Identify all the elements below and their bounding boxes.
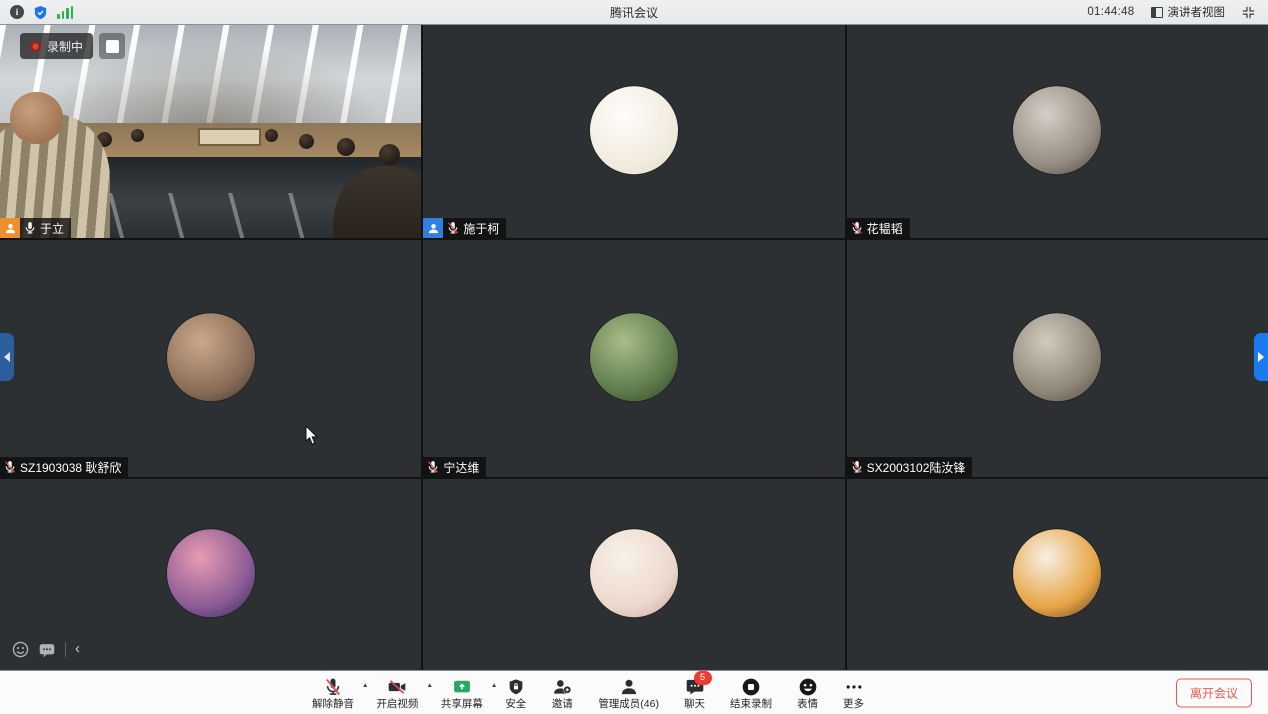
toolbar-button-label: 管理成员(46) (598, 699, 659, 710)
participant-avatar (167, 313, 255, 401)
bottom-toolbar: 解除静音 ▲ 开启视频 ▲ 共享屏幕 ▲ 安全 邀请 管理成员(46) 5 聊天 结束录制 表情 更多 离… (0, 670, 1268, 714)
recording-badge-label: 录制中 (47, 38, 83, 55)
info-icon[interactable]: i (10, 5, 24, 19)
corner-divider (65, 642, 66, 657)
participant-tile[interactable]: 花韫韬 (847, 25, 1268, 238)
mic-muted-icon (323, 676, 343, 697)
stop-square-icon (106, 40, 119, 53)
mic-on-icon (23, 221, 37, 235)
participant-nameplate: SX2003102陆汝锋 (847, 457, 973, 477)
toolbar-button-label: 聊天 (684, 699, 705, 710)
page-left-arrow[interactable] (0, 333, 14, 381)
participant-tile[interactable] (423, 479, 844, 670)
participant-tile[interactable]: SX2003102陆汝锋 (847, 240, 1268, 477)
role-badge-person-icon (0, 218, 20, 238)
participant-name: 于立 (40, 220, 64, 237)
window-titlebar: i 腾讯会议 01:44:48 演讲者视图 (0, 0, 1268, 25)
toolbar-button-camera-off[interactable]: 开启视频 (376, 676, 418, 710)
mic-muted-icon (850, 221, 864, 235)
participant-nameplate: 施于柯 (423, 218, 506, 238)
video-grid: 录制中于立施于柯花韫韬SZ1903038 耿舒欣宁达维SX2003102陆汝锋 (0, 25, 1268, 670)
members-icon (619, 676, 639, 697)
participant-avatar (590, 529, 678, 617)
camera-off-icon (386, 676, 408, 697)
participant-name: 花韫韬 (867, 220, 903, 237)
mic-muted-icon (3, 460, 17, 474)
caret-up-icon[interactable]: ▲ (426, 682, 432, 689)
speaker-view-layout-icon (1151, 7, 1163, 18)
recording-indicator: 录制中 (20, 33, 125, 59)
role-badge-person-icon (423, 218, 443, 238)
invite-person-icon (551, 676, 573, 697)
participant-tile[interactable] (847, 479, 1268, 670)
participant-avatar (167, 529, 255, 617)
toolbar-button-label: 解除静音 (312, 699, 354, 710)
meeting-timer: 01:44:48 (1087, 6, 1134, 18)
record-dot-icon (30, 41, 41, 52)
toolbar-button-share-screen[interactable]: 共享屏幕 (441, 676, 483, 710)
toolbar-button-security-shield[interactable]: 安全 (505, 676, 526, 710)
participant-name: SX2003102陆汝锋 (867, 459, 966, 476)
toolbar-button-label: 结束录制 (730, 699, 772, 710)
reactions-smiley-icon (798, 676, 818, 697)
chat-unread-badge: 5 (694, 671, 712, 685)
participant-tile[interactable]: 宁达维 (423, 240, 844, 477)
participant-nameplate: 花韫韬 (847, 218, 910, 238)
stop-recording-square-button[interactable] (99, 33, 125, 59)
toolbar-items: 解除静音 ▲ 开启视频 ▲ 共享屏幕 ▲ 安全 邀请 管理成员(46) 5 聊天 结束录制 表情 更多 (312, 671, 864, 714)
toolbar-button-members[interactable]: 管理成员(46) (598, 676, 659, 710)
participant-name: SZ1903038 耿舒欣 (20, 459, 121, 476)
toolbar-button-label: 表情 (797, 699, 818, 710)
caption-bubble-icon[interactable] (38, 642, 56, 658)
toolbar-button-label: 安全 (505, 699, 526, 710)
chat-icon: 5 (685, 676, 705, 697)
mic-muted-icon (850, 460, 864, 474)
speaker-view-button[interactable]: 演讲者视图 (1151, 4, 1226, 20)
page-right-arrow-icon (1258, 352, 1264, 362)
participant-nameplate: SZ1903038 耿舒欣 (0, 457, 128, 477)
network-signal-icon (57, 6, 73, 19)
emoji-reaction-icon[interactable] (12, 641, 29, 658)
more-dots-icon (844, 676, 864, 697)
speaker-view-label: 演讲者视图 (1168, 4, 1226, 20)
participant-nameplate: 于立 (0, 218, 71, 238)
participant-tile[interactable]: 录制中于立 (0, 25, 421, 238)
page-right-arrow[interactable] (1254, 333, 1268, 381)
participant-avatar (1013, 86, 1101, 174)
exit-fullscreen-icon[interactable] (1241, 5, 1256, 20)
participant-name: 宁达维 (443, 459, 479, 476)
mic-muted-icon (426, 460, 440, 474)
caret-up-icon[interactable]: ▲ (491, 682, 497, 689)
app-title: 腾讯会议 (610, 4, 658, 21)
security-shield-blue-icon[interactable] (33, 5, 48, 20)
caret-up-icon[interactable]: ▲ (362, 682, 368, 689)
participant-name: 施于柯 (463, 220, 499, 237)
security-shield-icon (507, 676, 525, 697)
toolbar-button-label: 邀请 (552, 699, 573, 710)
toolbar-button-label: 更多 (843, 699, 864, 710)
collapse-chevron-icon[interactable]: ‹ (75, 641, 80, 656)
stop-record-icon (741, 676, 761, 697)
participant-avatar (1013, 313, 1101, 401)
mic-muted-icon (446, 221, 460, 235)
recording-badge: 录制中 (20, 33, 93, 59)
participant-tile[interactable]: SZ1903038 耿舒欣 (0, 240, 421, 477)
participant-nameplate: 宁达维 (423, 457, 486, 477)
toolbar-button-stop-record[interactable]: 结束录制 (730, 676, 772, 710)
leave-meeting-button[interactable]: 离开会议 (1176, 678, 1252, 707)
page-left-arrow-icon (4, 352, 10, 362)
toolbar-button-label: 开启视频 (376, 699, 418, 710)
corner-quick-controls: ‹ (12, 641, 80, 658)
toolbar-button-chat[interactable]: 5 聊天 (684, 676, 705, 710)
share-screen-icon (452, 676, 472, 697)
participant-tile[interactable]: 施于柯 (423, 25, 844, 238)
toolbar-button-more-dots[interactable]: 更多 (843, 676, 864, 710)
toolbar-button-invite-person[interactable]: 邀请 (551, 676, 573, 710)
participant-avatar (1013, 529, 1101, 617)
toolbar-button-mic-muted[interactable]: 解除静音 (312, 676, 354, 710)
toolbar-button-reactions-smiley[interactable]: 表情 (797, 676, 818, 710)
participant-avatar (590, 86, 678, 174)
toolbar-button-label: 共享屏幕 (441, 699, 483, 710)
participant-avatar (590, 313, 678, 401)
